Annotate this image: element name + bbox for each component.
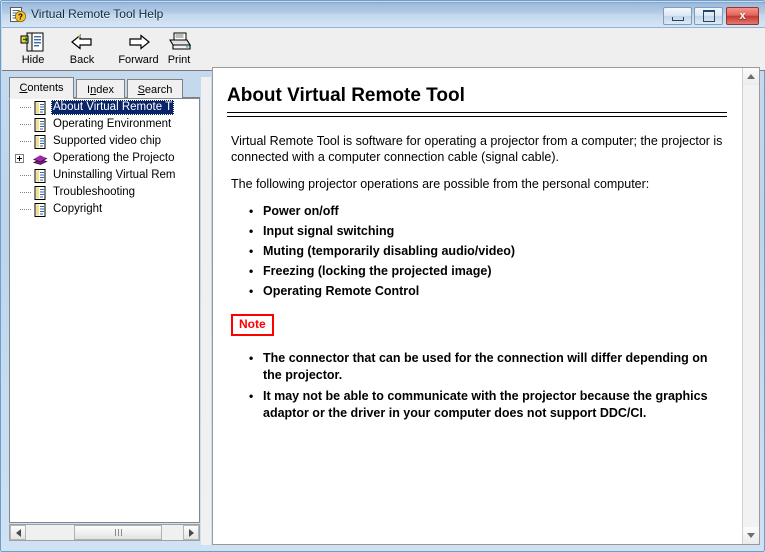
pane-splitter[interactable] — [201, 77, 211, 545]
scroll-left-icon[interactable] — [10, 525, 26, 540]
tab-contents[interactable]: Contents — [9, 77, 74, 99]
scroll-up-icon[interactable] — [743, 68, 759, 85]
tree-item-troubleshooting[interactable]: Troubleshooting — [10, 184, 199, 201]
forward-button-label: Forward — [118, 54, 159, 66]
list-item: Freezing (locking the projected image) — [249, 263, 727, 280]
list-item: The connector that can be used for the c… — [249, 350, 727, 384]
page-icon — [34, 185, 46, 200]
tab-search[interactable]: Search — [127, 79, 183, 99]
tree-item-supported-video-chip[interactable]: Supported video chip — [10, 133, 199, 150]
tree-horizontal-scrollbar[interactable] — [9, 524, 200, 541]
note-list: The connector that can be used for the c… — [227, 350, 727, 422]
help-document: About Virtual Remote Tool Virtual Remote… — [213, 68, 743, 544]
back-button[interactable]: Back — [62, 29, 102, 70]
tree-item-uninstalling[interactable]: Uninstalling Virtual Rem — [10, 167, 199, 184]
hide-pane-icon — [20, 32, 44, 52]
forward-button[interactable]: Forward — [112, 29, 165, 70]
tree-item-label: Troubleshooting — [53, 186, 136, 198]
title-bar[interactable]: ? Virtual Remote Tool Help x — [2, 2, 765, 28]
navigation-pane: Contents Index Search About Virtual Remo… — [9, 77, 200, 545]
maximize-icon — [695, 8, 722, 24]
tree-indent — [13, 116, 32, 133]
back-arrow-icon — [71, 34, 92, 50]
tree-expander[interactable] — [13, 150, 32, 167]
tab-contents-label: Contents — [19, 82, 64, 94]
hscroll-thumb[interactable] — [74, 525, 162, 540]
page-icon — [34, 134, 46, 149]
tree-indent — [13, 184, 32, 201]
page-icon — [34, 202, 46, 217]
list-item: Operating Remote Control — [249, 283, 727, 300]
svg-text:?: ? — [18, 13, 23, 22]
page-icon — [34, 117, 46, 132]
printer-icon — [169, 32, 191, 50]
toolbar: Hide Back Forward Print — [2, 28, 765, 71]
hide-button-label: Hide — [21, 54, 45, 66]
window-title: Virtual Remote Tool Help — [31, 7, 164, 21]
minimize-icon — [664, 8, 691, 24]
close-icon: x — [727, 8, 758, 24]
scroll-down-icon[interactable] — [743, 527, 759, 544]
tree-item-label: Operating Environment — [53, 118, 172, 130]
title-rule — [227, 112, 727, 117]
contents-tree[interactable]: About Virtual Remote T Operating Environ… — [9, 98, 200, 523]
tab-strip: Contents Index Search — [9, 77, 200, 99]
tree-item-label: Supported video chip — [53, 135, 162, 147]
tab-index-label: Index — [87, 83, 114, 96]
note-badge: Note — [231, 314, 274, 336]
intro-paragraph-1: Virtual Remote Tool is software for oper… — [231, 134, 723, 164]
tree-indent — [13, 133, 32, 150]
content-pane: About Virtual Remote Tool Virtual Remote… — [212, 67, 760, 545]
hscroll-track[interactable] — [26, 525, 183, 540]
book-icon — [32, 154, 48, 165]
tree-item-operating-the-projector[interactable]: Operationg the Projecto — [10, 150, 199, 167]
help-document-icon: ? — [10, 7, 26, 23]
list-item: Muting (temporarily disabling audio/vide… — [249, 243, 727, 260]
tree-indent — [13, 167, 32, 184]
intro-paragraph-2: The following projector operations are p… — [231, 177, 650, 191]
tree-indent — [13, 201, 32, 218]
tab-search-label: Search — [137, 83, 173, 96]
scroll-right-icon[interactable] — [183, 525, 199, 540]
close-button[interactable]: x — [726, 7, 759, 25]
tab-index[interactable]: Index — [76, 79, 125, 99]
list-item: Power on/off — [249, 203, 727, 220]
close-glyph: x — [739, 9, 746, 22]
tree-item-label: Copyright — [53, 203, 103, 215]
list-item: It may not be able to communicate with t… — [249, 388, 727, 422]
page-title: About Virtual Remote Tool — [227, 85, 465, 106]
tree-indent — [13, 99, 32, 116]
tree-item-operating-environment[interactable]: Operating Environment — [10, 116, 199, 133]
back-button-label: Back — [69, 54, 95, 66]
tree-item-label: Operationg the Projecto — [53, 152, 175, 164]
content-vertical-scrollbar[interactable] — [742, 68, 759, 544]
forward-arrow-icon — [128, 34, 150, 50]
print-button-label: Print — [167, 54, 191, 66]
help-window: ? Virtual Remote Tool Help x Hide Back F… — [0, 0, 765, 552]
print-button[interactable]: Print — [162, 29, 196, 70]
tree-item-label: About Virtual Remote T — [51, 100, 175, 115]
page-icon — [34, 100, 46, 115]
tree-item-copyright[interactable]: Copyright — [10, 201, 199, 218]
minimize-button[interactable] — [663, 7, 692, 25]
hide-button[interactable]: Hide — [14, 29, 52, 70]
list-item: Input signal switching — [249, 223, 727, 240]
tree-item-label: Uninstalling Virtual Rem — [53, 169, 176, 181]
page-icon — [34, 168, 46, 183]
feature-list: Power on/off Input signal switching Muti… — [227, 203, 727, 300]
tree-item-about[interactable]: About Virtual Remote T — [10, 99, 199, 116]
maximize-button[interactable] — [694, 7, 723, 25]
